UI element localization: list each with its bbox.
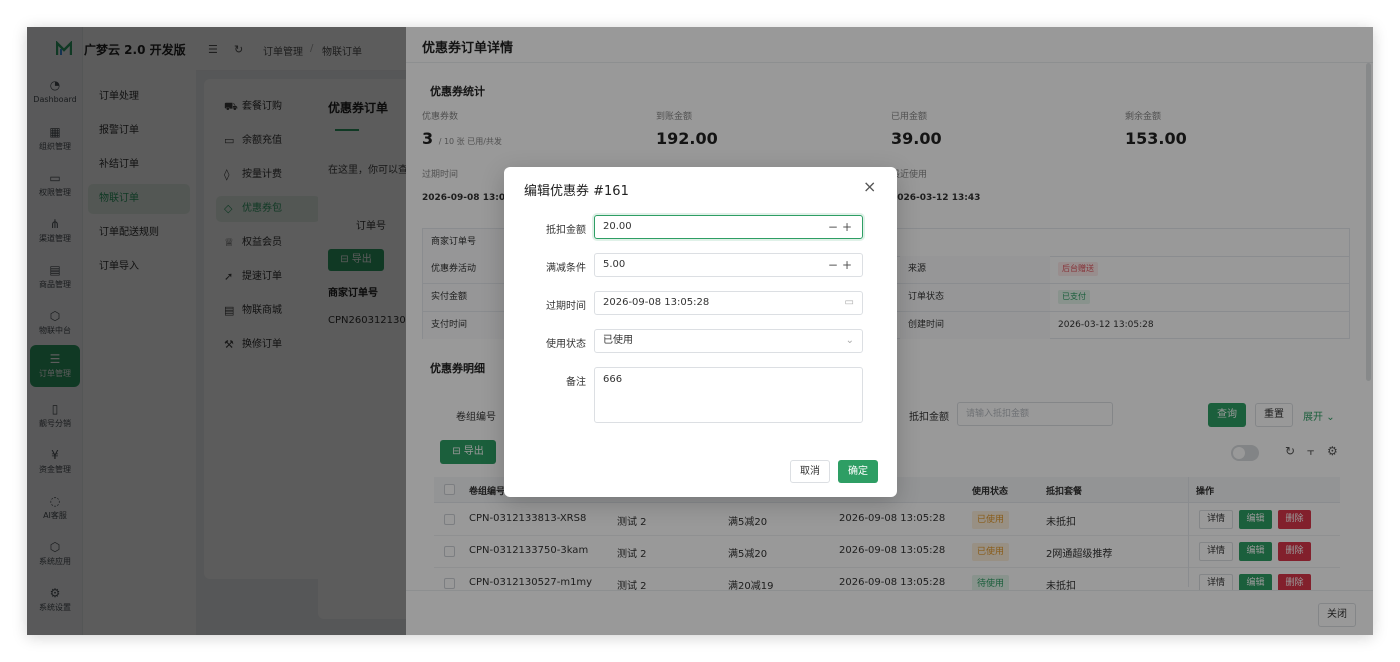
- use-status-select[interactable]: 已使用 ⌄: [594, 329, 863, 353]
- remark-label: 备注: [566, 377, 586, 388]
- deduct-amount-input[interactable]: 20.00 −+: [594, 215, 863, 239]
- deduct-label: 抵扣金额: [546, 225, 586, 236]
- expire-time-picker[interactable]: 2026-09-08 13:05:28 ▭: [594, 291, 863, 315]
- remark-textarea[interactable]: 666: [594, 367, 863, 423]
- confirm-button[interactable]: 确定: [838, 460, 878, 483]
- use-status-value: 已使用: [603, 335, 633, 346]
- stepper-icon[interactable]: −+: [828, 216, 856, 238]
- threshold-label: 满减条件: [546, 263, 586, 274]
- cancel-button[interactable]: 取消: [790, 460, 830, 483]
- threshold-value: 5.00: [603, 259, 626, 270]
- use-status-label: 使用状态: [546, 339, 586, 350]
- calendar-icon: ▭: [844, 297, 854, 308]
- threshold-input[interactable]: 5.00 −+: [594, 253, 863, 277]
- stepper-icon[interactable]: −+: [828, 254, 856, 276]
- app-window: ◔ Dashboard ▦ 组织管理 ▭ 权限管理 ⋔ 渠道管理 ▤ 商品管理 ⬡ 物联中台 ☰ 订单管理…: [27, 27, 1373, 635]
- edit-coupon-modal: 编辑优惠券 #161 × 抵扣金额 20.00 −+ 满减条件 5.00 −+ …: [504, 167, 897, 497]
- chevron-down-icon: ⌄: [845, 335, 854, 346]
- expire-time-label: 过期时间: [546, 301, 586, 312]
- close-icon[interactable]: ×: [863, 179, 876, 195]
- modal-title: 编辑优惠券 #161: [524, 184, 629, 199]
- expire-time-value: 2026-09-08 13:05:28: [603, 297, 710, 308]
- deduct-amount-value: 20.00: [603, 221, 632, 232]
